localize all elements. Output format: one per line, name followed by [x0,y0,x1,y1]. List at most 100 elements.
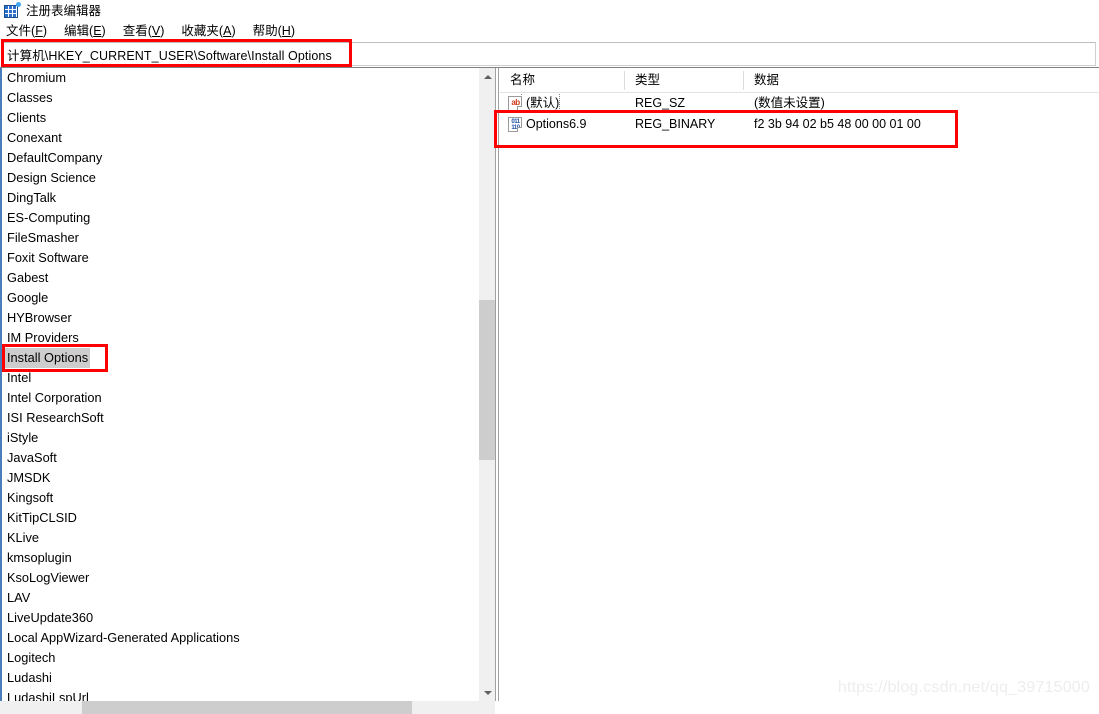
tree-item[interactable]: LiveUpdate360 [0,608,477,628]
menu-favorites-accel: A [223,24,232,38]
binary-value-icon: 011 110 [508,117,522,132]
tree-item[interactable]: JMSDK [0,468,477,488]
tree-vertical-scrollbar[interactable] [478,68,496,701]
tree-item-label: LiveUpdate360 [7,610,94,625]
tree-item[interactable]: LAV [0,588,477,608]
value-row[interactable]: 011 110 Options6.9 REG_BINARY f2 3b 94 02 b5… [500,114,1099,135]
value-type-cell: REG_SZ [635,96,686,110]
value-name-label: (默认) [520,93,561,114]
column-header-name[interactable]: 名称 [500,68,625,92]
tree-item[interactable]: FileSmasher [0,228,477,248]
tree-item[interactable]: Classes [0,88,477,108]
tree-item-label: Intel Corporation [7,390,102,405]
string-value-icon: ab [508,96,522,111]
scroll-up-button[interactable] [479,68,496,85]
menu-view[interactable]: 查看(V) [123,22,174,41]
tree-item[interactable]: HYBrowser [0,308,477,328]
chevron-down-icon [483,690,492,695]
registry-tree-pane[interactable]: Chromium Classes Clients Conexant DefaultCom… [0,68,478,701]
tree-item[interactable]: ISI ResearchSoft [0,408,477,428]
value-row[interactable]: ab (默认) REG_SZ (数值未设置) [500,93,1099,114]
tree-horizontal-scrollbar[interactable] [0,701,495,714]
tree-item-label: Intel [7,370,32,385]
address-bar-container: 计算机\HKEY_CURRENT_USER\Software\Install O… [0,41,1099,67]
menu-favorites[interactable]: 收藏夹(A) [181,22,244,41]
tree-item[interactable]: ES-Computing [0,208,477,228]
menu-help-accel: H [281,24,291,38]
pane-splitter[interactable] [495,68,499,701]
tree-item-label: KsoLogViewer [7,570,90,585]
menu-view-label: 查看 [122,24,148,38]
title-bar: 注册表编辑器 [0,0,1099,22]
menu-favorites-label: 收藏夹 [181,24,219,38]
tree-item[interactable]: Intel Corporation [0,388,477,408]
tree-item[interactable]: Local AppWizard-Generated Applications [0,628,477,648]
menu-edit-accel: E [93,24,102,38]
tree-item-label: LAV [7,590,31,605]
scrollbar-thumb[interactable] [479,300,496,460]
tree-item[interactable]: Foxit Software [0,248,477,268]
value-name-cell: 011 110 Options6.9 [500,114,625,135]
tree-item-label: Logitech [7,650,56,665]
tree-item-label: Ludashi [7,670,52,685]
tree-item[interactable]: iStyle [0,428,477,448]
tree-item[interactable]: Gabest [0,268,477,288]
hscrollbar-thumb[interactable] [82,701,412,714]
tree-item-label: ES-Computing [7,210,91,225]
tree-item-label: LudashiLspUrl [7,690,89,701]
tree-item[interactable]: Conexant [0,128,477,148]
tree-item[interactable]: Google [0,288,477,308]
menu-view-accel: V [151,24,161,38]
column-header-data[interactable]: 数据 [744,68,1099,92]
tree-item[interactable]: DingTalk [0,188,477,208]
menu-edit[interactable]: 编辑(E) [64,22,115,41]
tree-item-label: IM Providers [7,330,79,345]
tree-item[interactable]: Design Science [0,168,477,188]
scroll-down-button[interactable] [479,684,496,701]
tree-item[interactable]: KsoLogViewer [0,568,477,588]
tree-item[interactable]: DefaultCompany [0,148,477,168]
menu-edit-label: 编辑 [64,24,90,38]
tree-item[interactable]: JavaSoft [0,448,477,468]
registry-values-pane[interactable]: 名称 类型 数据 ab (默认) REG_SZ (数值未设置) 011 110 Option… [500,68,1099,714]
menu-help[interactable]: 帮助(H) [253,22,304,41]
tree-item-label: JavaSoft [7,450,57,465]
column-header-type[interactable]: 类型 [625,68,744,92]
tree-item[interactable]: KLive [0,528,477,548]
value-data-cell: (数值未设置) [754,96,825,110]
tree-item-label: iStyle [7,430,39,445]
tree-item-label: Install Options [5,348,91,368]
tree-item[interactable]: Logitech [0,648,477,668]
menu-file-accel: F [35,24,43,38]
registry-editor-icon [4,2,21,19]
tree-item[interactable]: KitTipCLSID [0,508,477,528]
menu-file-label: 文件 [6,24,32,38]
window-title: 注册表编辑器 [26,4,102,18]
tree-item[interactable]: Intel [0,368,477,388]
tree-item[interactable]: IM Providers [0,328,477,348]
tree-item-label: JMSDK [7,470,51,485]
tree-item-label: Classes [7,90,53,105]
registry-editor-window: 注册表编辑器 文件(F) 编辑(E) 查看(V) 收藏夹(A) 帮助(H) 计算… [0,0,1099,714]
tree-item-label: KitTipCLSID [7,510,77,525]
tree-item[interactable]: LudashiLspUrl [0,688,477,701]
tree-item[interactable]: Chromium [0,68,477,88]
tree-item[interactable]: Clients [0,108,477,128]
values-list: ab (默认) REG_SZ (数值未设置) 011 110 Options6.9 REG_B… [500,93,1099,135]
tree-item-label: kmsoplugin [7,550,72,565]
tree-item-label: DingTalk [7,190,57,205]
tree-item-selected[interactable]: Install Options [0,348,477,368]
address-bar[interactable]: 计算机\HKEY_CURRENT_USER\Software\Install O… [3,42,1096,66]
menu-file[interactable]: 文件(F) [6,22,56,41]
tree-item[interactable]: Kingsoft [0,488,477,508]
main-content: Chromium Classes Clients Conexant DefaultCom… [0,67,1099,714]
chevron-up-icon [483,74,492,79]
tree-item-label: Local AppWizard-Generated Applications [7,630,240,645]
menu-help-label: 帮助 [252,24,278,38]
tree-item[interactable]: kmsoplugin [0,548,477,568]
tree-item-label: Conexant [7,130,62,145]
tree-item[interactable]: Ludashi [0,668,477,688]
tree-item-label: Gabest [7,270,49,285]
tree-item-label: HYBrowser [7,310,72,325]
tree-item-label: DefaultCompany [7,150,103,165]
